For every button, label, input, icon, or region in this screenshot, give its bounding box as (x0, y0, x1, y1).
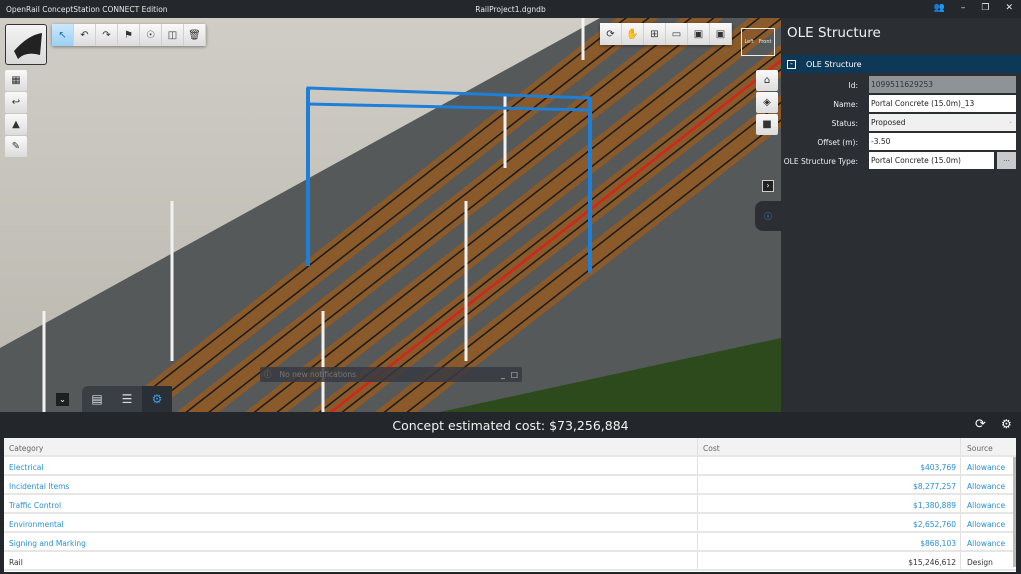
3d-viewport[interactable]: ↖ ↶ ↷ ⚑ ☉ ◫ 🗑 ▦ ↩ ▲ ✎ ⟳ ✋ ⊞ ▭ ▣ ▣ LeftFr… (0, 18, 781, 412)
measure-tool-icon[interactable]: ✎ (5, 136, 27, 157)
app-menu-button[interactable] (5, 24, 47, 65)
undo-icon[interactable]: ↶ (74, 24, 96, 46)
section-header[interactable]: - OLE Structure (781, 55, 1021, 73)
window-area-icon[interactable]: ▭ (666, 23, 688, 45)
browse-button[interactable]: ... (997, 152, 1016, 169)
name-row: Name: Portal Concrete (15.0m)_13 (781, 95, 1021, 113)
bottom-tabs: ▤ ☰ ⚙ (82, 386, 172, 412)
properties-panel: OLE Structure - OLE Structure Id: 109951… (781, 18, 1021, 412)
minimize-button[interactable]: – (961, 3, 966, 13)
camera-icon[interactable]: ■ (756, 114, 778, 135)
cost-table: Category Cost Source Electrical$403,769A… (4, 438, 1016, 572)
track-tool-icon[interactable]: ▦ (5, 70, 27, 91)
info-tab[interactable]: ⓘ (755, 201, 781, 231)
right-toolbar: ⌂ ◈ ■ (756, 70, 778, 135)
category-link[interactable]: Electrical (9, 463, 43, 472)
view-settings-icon[interactable]: ▣ (710, 23, 732, 45)
id-row: Id: 1099511629253 (781, 76, 1021, 94)
structure-tool-icon[interactable]: ▲ (5, 114, 27, 135)
offset-row: Offset (m): -3.50 (781, 133, 1021, 151)
offset-field[interactable]: -3.50 (869, 133, 1016, 150)
delete-icon[interactable]: 🗑 (184, 24, 206, 46)
close-button[interactable]: ✕ (1005, 3, 1013, 13)
category-link[interactable]: Environmental (9, 520, 64, 529)
select-tool-icon[interactable]: ↖ (52, 24, 74, 46)
table-row: Rail$15,246,612Design (4, 552, 1016, 571)
cube-icon[interactable]: ◈ (756, 92, 778, 113)
structure-type-row: OLE Structure Type: Portal Concrete (15.… (781, 152, 1021, 170)
chevron-down-icon: ⌄ (1008, 118, 1013, 125)
refresh-icon[interactable]: ⟳ (975, 417, 986, 432)
fit-view-icon[interactable]: ⊞ (644, 23, 666, 45)
rotate-icon[interactable]: ⟳ (600, 23, 622, 45)
category-link[interactable]: Traffic Control (9, 501, 61, 510)
rail-scene (0, 18, 781, 412)
title-bar: OpenRail ConceptStation CONNECT Edition … (0, 0, 1021, 18)
document-title: RailProject1.dgndb (0, 5, 1021, 14)
table-row: Signing and Marking$868,103Allowance (4, 533, 1016, 552)
collapse-icon[interactable]: - (787, 60, 796, 69)
notification-text: No new notifications (280, 370, 357, 379)
cost-header: Concept estimated cost: $73,256,884 ⟳ ⚙ (0, 412, 1021, 438)
status-row: Status: Proposed⌄ (781, 114, 1021, 132)
table-row: Incidental Items$8,277,257Allowance (4, 476, 1016, 495)
category-link[interactable]: Signing and Marking (9, 539, 86, 548)
table-scrollbar[interactable] (1013, 457, 1016, 567)
table-row: Traffic Control$1,380,889Allowance (4, 495, 1016, 514)
table-row: Environmental$2,652,760Allowance (4, 514, 1016, 533)
redo-icon[interactable]: ↷ (96, 24, 118, 46)
notification-bar: ⓘ No new notifications _ □ (260, 367, 522, 382)
pan-icon[interactable]: ✋ (622, 23, 644, 45)
curve-tool-icon[interactable]: ↩ (5, 92, 27, 113)
table-row: Electrical$403,769Allowance (4, 457, 1016, 476)
structure-type-field[interactable]: Portal Concrete (15.0m) (869, 152, 994, 169)
panel-title: OLE Structure (787, 25, 881, 41)
users-icon[interactable]: 👥 (934, 3, 945, 13)
category-link[interactable]: Incidental Items (9, 482, 69, 491)
id-field: 1099511629253 (869, 76, 1016, 93)
info-icon: ⓘ (264, 369, 272, 380)
expand-panel-button[interactable]: › (762, 180, 774, 192)
screenshot-icon[interactable]: ▣ (688, 23, 710, 45)
cost-title: Concept estimated cost: $73,256,884 (0, 418, 1021, 433)
table-header: Category Cost Source (4, 438, 1016, 457)
status-select[interactable]: Proposed⌄ (869, 114, 1016, 131)
view-toolbar: ⟳ ✋ ⊞ ▭ ▣ ▣ (600, 23, 732, 45)
maximize-notification-icon[interactable]: □ (511, 370, 518, 379)
tab-image-icon[interactable]: ▤ (82, 386, 112, 412)
main-toolbar: ↖ ↶ ↷ ⚑ ☉ ◫ 🗑 (52, 24, 206, 46)
minimize-notification-icon[interactable]: _ (501, 370, 505, 379)
tab-layers-icon[interactable]: ☰ (112, 386, 142, 412)
place-icon[interactable]: ⚑ (118, 24, 140, 46)
cost-settings-icon[interactable]: ⚙ (1001, 417, 1012, 431)
name-field[interactable]: Portal Concrete (15.0m)_13 (869, 95, 1016, 112)
home-icon[interactable]: ⌂ (756, 70, 778, 91)
toggle-icon[interactable]: ◫ (162, 24, 184, 46)
collapse-button[interactable]: ⌄ (56, 393, 69, 406)
tab-cost-icon[interactable]: ⚙ (142, 386, 172, 412)
left-toolbar: ▦ ↩ ▲ ✎ (5, 70, 27, 157)
restore-button[interactable]: ❐ (981, 3, 989, 13)
view-attributes-icon[interactable]: ☉ (140, 24, 162, 46)
view-cube[interactable]: LeftFront (741, 28, 775, 56)
